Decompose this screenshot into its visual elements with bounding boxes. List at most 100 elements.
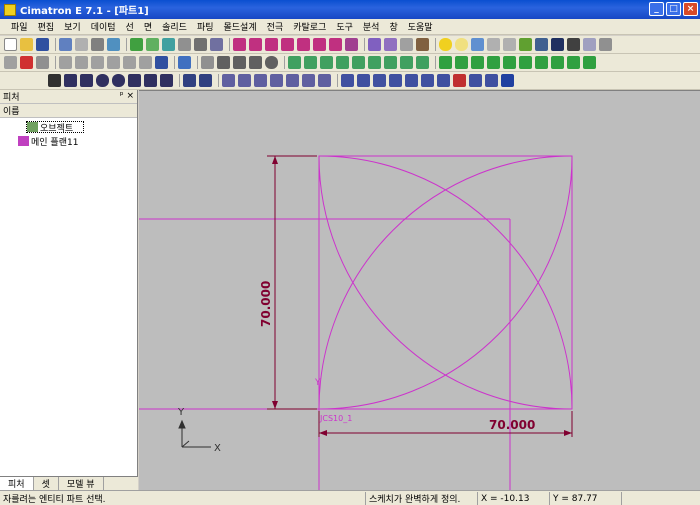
menu-mold-design[interactable]: 몰드설계 [219,20,262,33]
tree-item-object[interactable]: 오브젝트 [26,121,85,134]
menu-electrode[interactable]: 전극 [262,20,289,33]
menu-tools[interactable]: 도구 [331,20,358,33]
menu-solid[interactable]: 솔리드 [157,20,192,33]
solid-3-icon[interactable] [471,56,484,69]
feature-5-icon[interactable] [123,56,136,69]
constraint-8-icon[interactable] [469,74,482,87]
constraint-7-icon[interactable] [437,74,450,87]
tab-model-view[interactable]: 모델 뷰 [58,477,104,490]
view-bottom-icon[interactable] [329,38,342,51]
surface-2-icon[interactable] [304,56,317,69]
measure-icon[interactable] [535,38,548,51]
solid-7-icon[interactable] [535,56,548,69]
sketch-arc[interactable] [318,155,573,410]
constraint-delete-icon[interactable] [453,74,466,87]
constraint-5-icon[interactable] [405,74,418,87]
view-normal-icon[interactable] [345,38,358,51]
menu-view[interactable]: 보기 [59,20,86,33]
sketch-line-icon[interactable] [64,74,77,87]
panel-close-icon[interactable]: × [126,91,134,101]
solid-6-icon[interactable] [519,56,532,69]
redo-icon[interactable] [75,38,88,51]
circle-icon[interactable] [265,56,278,69]
solid-10-icon[interactable] [583,56,596,69]
sketch-icon[interactable] [178,56,191,69]
trim-icon[interactable] [238,74,251,87]
vertical-dimension-text[interactable]: 70.000 [259,281,273,327]
zoom-icon[interactable] [178,38,191,51]
surface-9-icon[interactable] [416,56,429,69]
color-icon[interactable] [551,38,564,51]
surface-5-icon[interactable] [352,56,365,69]
menu-edit[interactable]: 편집 [33,20,60,33]
hierarchy-icon[interactable] [107,38,120,51]
sketch-spline-icon[interactable] [144,74,157,87]
column-header[interactable]: 이름 [0,104,137,118]
horizontal-dimension-text[interactable]: 70.000 [489,418,535,432]
feature-3-icon[interactable] [91,56,104,69]
offset-icon[interactable] [222,74,235,87]
view-back-icon[interactable] [313,38,326,51]
menu-datum[interactable]: 데이텀 [86,20,121,33]
feature-6-icon[interactable] [139,56,152,69]
shading-icon[interactable] [368,38,381,51]
view-front-icon[interactable] [249,38,262,51]
ellipse-icon[interactable] [112,74,125,87]
display-mode-icon[interactable] [416,38,429,51]
sketch-canvas[interactable]: 70.000 70.000 JCS10_1 Y Y X [139,91,700,490]
menu-surface[interactable]: 면 [139,20,157,33]
rectangle-icon[interactable] [80,74,93,87]
link-icon[interactable] [91,38,104,51]
pointer-icon[interactable] [48,74,61,87]
pan-icon[interactable] [194,38,207,51]
copy-icon[interactable] [270,74,283,87]
solid-9-icon[interactable] [567,56,580,69]
view-top-icon[interactable] [233,38,246,51]
graphics-viewport[interactable]: 70.000 70.000 JCS10_1 Y Y X [139,90,700,490]
close-button[interactable]: × [683,2,698,16]
wireframe-icon[interactable] [384,38,397,51]
sketch-arc[interactable] [318,155,573,410]
tab-set[interactable]: 셋 [33,477,59,490]
surface-3-icon[interactable] [320,56,333,69]
save-icon[interactable] [36,38,49,51]
view-iso-icon[interactable] [281,38,294,51]
zoom-all-icon[interactable] [130,38,143,51]
line-icon[interactable] [233,56,246,69]
render-icon[interactable] [400,38,413,51]
surface-6-icon[interactable] [368,56,381,69]
surface-1-icon[interactable] [288,56,301,69]
pen-icon[interactable] [567,38,580,51]
filter-icon[interactable] [36,56,49,69]
light-bulb-icon[interactable] [439,38,452,51]
sketch-arc[interactable] [318,155,573,410]
menu-help[interactable]: 도움말 [403,20,438,33]
zoom-select-icon[interactable] [162,38,175,51]
solid-1-icon[interactable] [439,56,452,69]
light-bulb-off-icon[interactable] [455,38,468,51]
sketch-square[interactable] [318,155,573,410]
pin-icon[interactable]: ᵖ [120,91,124,101]
menu-parting[interactable]: 파팅 [192,20,219,33]
menu-window[interactable]: 창 [384,20,402,33]
feature-1-icon[interactable] [59,56,72,69]
properties-icon[interactable] [583,38,596,51]
scale-icon[interactable] [302,74,315,87]
constraint-4-icon[interactable] [389,74,402,87]
delete-icon[interactable] [20,56,33,69]
solid-2-icon[interactable] [455,56,468,69]
chamfer-icon[interactable] [199,74,212,87]
tree-item-main-plane[interactable]: 메인 플랜11 [18,135,78,148]
solid-4-icon[interactable] [487,56,500,69]
undo-icon[interactable] [59,38,72,51]
solid-8-icon[interactable] [551,56,564,69]
mirror-icon[interactable] [254,74,267,87]
more-tools-icon[interactable] [599,38,612,51]
menu-file[interactable]: 파일 [6,20,33,33]
surface-8-icon[interactable] [400,56,413,69]
sketch-circle-icon[interactable] [96,74,109,87]
sketch-arc[interactable] [318,155,573,410]
feature-7-icon[interactable] [155,56,168,69]
zoom-window-icon[interactable] [146,38,159,51]
open-folder-icon[interactable] [20,38,33,51]
